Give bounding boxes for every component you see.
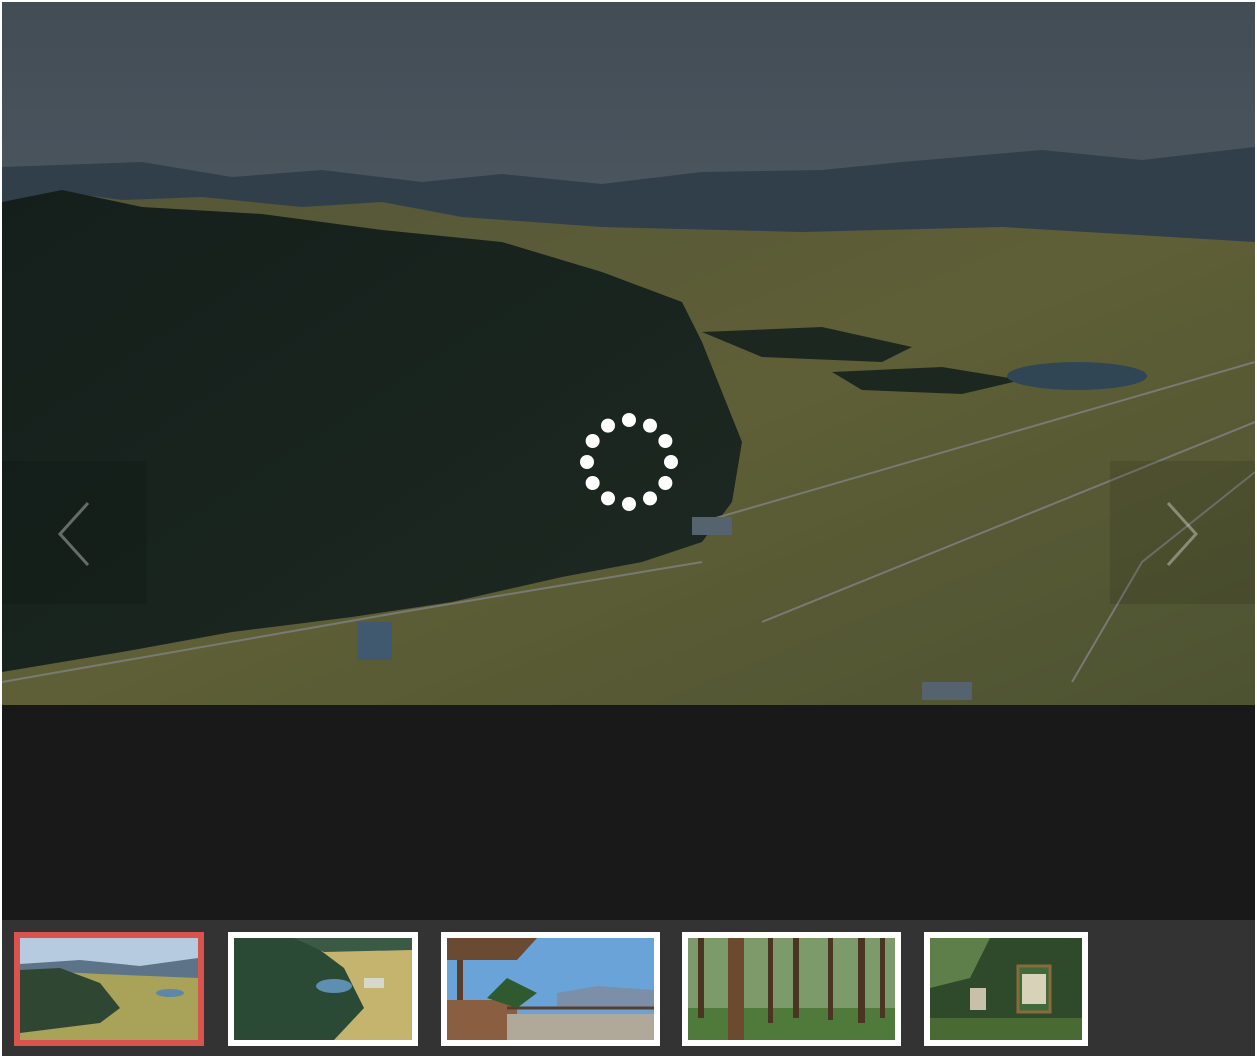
- thumbnail-cedar-forest[interactable]: [682, 932, 901, 1046]
- thumbnail-observation-deck[interactable]: [441, 932, 660, 1046]
- main-photo-stage: [2, 2, 1255, 705]
- thumbnail-valley-view[interactable]: [14, 932, 204, 1046]
- thumbnail-image: [234, 938, 412, 1040]
- chevron-left-icon: [57, 501, 90, 567]
- thumbnail-image: [930, 938, 1082, 1040]
- thumbnail-image: [20, 938, 198, 1040]
- prev-photo-button[interactable]: [2, 461, 147, 604]
- loading-overlay: [2, 2, 1255, 705]
- spinner-dot: [658, 434, 673, 448]
- caption-area: [2, 705, 1255, 920]
- spinner-dot: [601, 418, 615, 433]
- loading-spinner-icon: [580, 413, 678, 511]
- thumbnail-image: [688, 938, 895, 1040]
- spinner-dot: [585, 476, 600, 490]
- thumbnail-strip: [2, 920, 1255, 1056]
- spinner-dot: [622, 497, 636, 511]
- spinner-dot: [601, 491, 615, 506]
- spinner-dot: [622, 413, 636, 427]
- next-photo-button[interactable]: [1110, 461, 1255, 604]
- thumbnail-aerial-forest[interactable]: [228, 932, 418, 1046]
- photo-viewer: [2, 2, 1255, 1056]
- spinner-dot: [585, 434, 600, 448]
- spinner-dot: [658, 476, 673, 490]
- spinner-dot: [664, 455, 678, 469]
- spinner-dot: [643, 491, 657, 506]
- spinner-dot: [643, 418, 657, 433]
- thumbnail-image: [447, 938, 654, 1040]
- spinner-dot: [580, 455, 594, 469]
- thumbnail-trail-signboard[interactable]: [924, 932, 1088, 1046]
- chevron-right-icon: [1166, 501, 1199, 567]
